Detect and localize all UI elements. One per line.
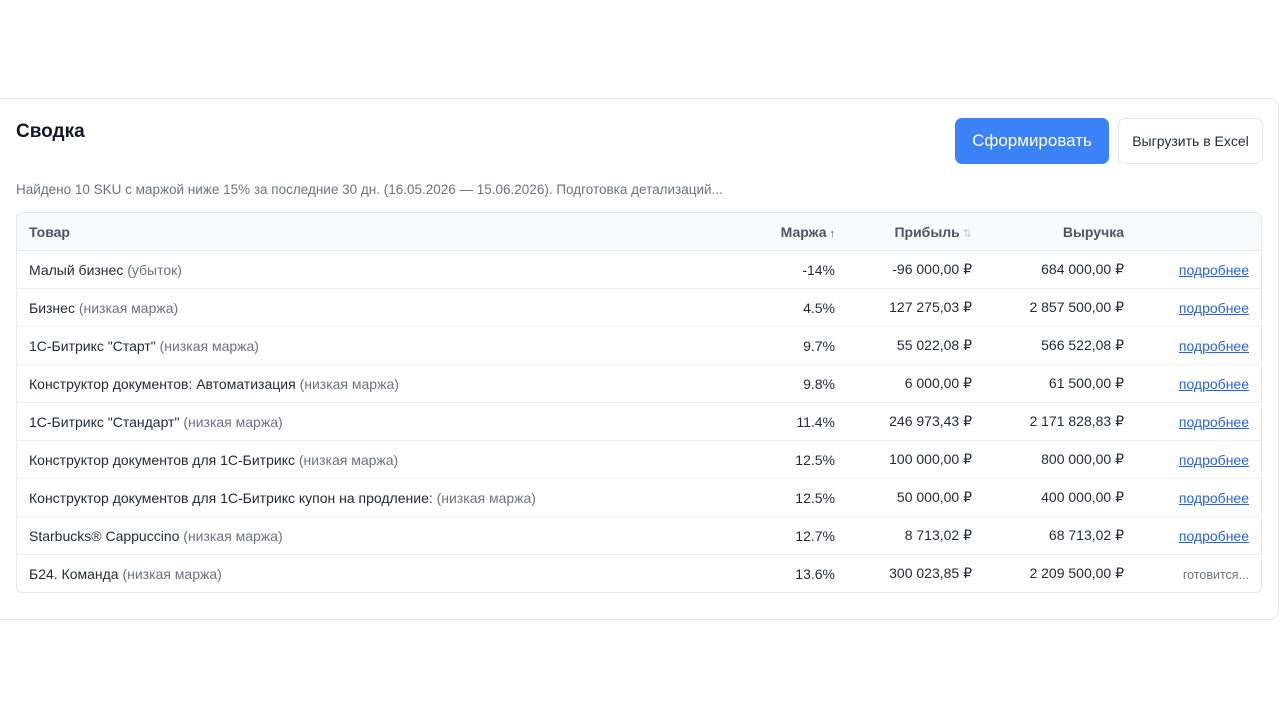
cell-revenue: 68 713,02 ₽ (984, 516, 1136, 555)
details-link[interactable]: подробнее (1179, 490, 1249, 506)
table-row: Конструктор документов для 1С-Битрикс (н… (17, 440, 1261, 479)
cell-margin: 12.7% (672, 516, 847, 555)
cell-revenue: 684 000,00 ₽ (984, 250, 1136, 289)
table-row: Starbucks® Cappuccino (низкая маржа) 12.7… (17, 516, 1261, 555)
cell-revenue: 2 857 500,00 ₽ (984, 288, 1136, 327)
preparing-status: готовится... (1182, 567, 1249, 582)
low-margin-table: Товар Маржа ↑ Прибыль ⇅ Выручка Малый бизн… (16, 212, 1262, 593)
column-header-profit-label: Прибыль (894, 223, 960, 240)
cell-product: Бизнес (низкая маржа) (17, 288, 672, 327)
table-row: Конструктор документов для 1С-Битрикс ку… (17, 478, 1261, 517)
product-status-tag: (низкая маржа) (78, 299, 179, 316)
product-name: Б24. Команда (29, 565, 119, 582)
product-name: Бизнес (29, 299, 75, 316)
cell-profit: 55 022,08 ₽ (847, 326, 984, 365)
column-header-margin[interactable]: Маржа ↑ (672, 213, 847, 251)
column-header-margin-label: Маржа (780, 223, 827, 240)
cell-margin: 4.5% (672, 288, 847, 327)
table-row: Конструктор документов: Автоматизация (н… (17, 364, 1261, 403)
column-header-profit[interactable]: Прибыль ⇅ (847, 213, 984, 251)
product-status-tag: (низкая маржа) (122, 565, 222, 582)
product-name: Starbucks® Cappuccino (29, 527, 180, 544)
cell-profit: 8 713,02 ₽ (847, 516, 984, 555)
cell-profit: 127 275,03 ₽ (847, 288, 984, 327)
status-text: Найдено 10 SKU с маржой ниже 15% за посл… (16, 182, 723, 197)
cell-profit: 6 000,00 ₽ (847, 364, 984, 403)
product-status-tag: (убыток) (127, 261, 182, 278)
details-link[interactable]: подробнее (1179, 452, 1249, 468)
summary-card: Сводка Сформировать Выгрузить в Excel На… (0, 98, 1279, 620)
cell-revenue: 61 500,00 ₽ (984, 364, 1136, 403)
cell-revenue: 2 209 500,00 ₽ (1029, 565, 1124, 581)
column-header-revenue-label: Выручка (1062, 223, 1124, 240)
column-header-product: Товар (17, 213, 672, 251)
cell-product: 1С-Битрикс "Старт" (низкая маржа) (17, 326, 672, 365)
cell-action: подробнее (1136, 250, 1261, 289)
cell-revenue: 2 171 828,83 ₽ (984, 402, 1136, 441)
product-status-tag: (низкая маржа) (299, 375, 399, 392)
product-status-tag: (низкая маржа) (159, 337, 259, 354)
cell-product: Конструктор документов для 1С-Битрикс ку… (17, 478, 672, 517)
cell-margin: 12.5% (672, 478, 847, 517)
cell-margin: 9.7% (672, 326, 847, 365)
details-link[interactable]: подробнее (1179, 262, 1249, 278)
cell-product: 1С-Битрикс "Стандарт" (низкая маржа) (17, 402, 672, 441)
product-status-tag: (низкая маржа) (298, 451, 399, 468)
cell-margin: 13.6% (795, 565, 835, 582)
cell-product: Конструктор документов: Автоматизация (н… (17, 364, 672, 403)
details-link[interactable]: подробнее (1179, 528, 1249, 544)
cell-product: Starbucks® Cappuccino (низкая маржа) (17, 516, 672, 555)
generate-button[interactable]: Сформировать (955, 118, 1109, 164)
cell-product: Б24. Команда (низкая маржа) (17, 555, 672, 593)
cell-product: Малый бизнес (убыток) (17, 250, 672, 289)
cell-margin: 12.5% (672, 440, 847, 479)
table-row: 1С-Битрикс "Стандарт" (низкая маржа) 11.4… (17, 402, 1261, 441)
sort-toggle-icon[interactable]: ⇅ (963, 228, 972, 240)
cell-action: подробнее (1136, 440, 1261, 479)
cell-revenue: 800 000,00 ₽ (984, 440, 1136, 479)
table-row: 1С-Битрикс "Старт" (низкая маржа) 9.7% 55 … (17, 326, 1261, 365)
column-header-product-label: Товар (29, 223, 70, 240)
cell-action: подробнее (1136, 326, 1261, 365)
table-row: Бизнес (низкая маржа) 4.5% 127 275,03 ₽2 8… (17, 288, 1261, 327)
product-name: 1С-Битрикс "Стандарт" (29, 413, 180, 430)
cell-profit: 300 023,85 ₽ (889, 565, 972, 581)
cell-profit: 246 973,43 ₽ (847, 402, 984, 441)
cell-margin: -14% (672, 250, 847, 289)
product-name: Конструктор документов: Автоматизация (29, 375, 296, 392)
product-name: Малый бизнес (29, 261, 124, 278)
cell-revenue: 400 000,00 ₽ (984, 478, 1136, 517)
product-status-tag: (низкая маржа) (183, 527, 283, 544)
cell-product: Конструктор документов для 1С-Битрикс (н… (17, 440, 672, 479)
cell-action: подробнее (1136, 402, 1261, 441)
cell-revenue: 566 522,08 ₽ (984, 326, 1136, 365)
cell-profit: -96 000,00 ₽ (847, 250, 984, 289)
cell-action: подробнее (1136, 478, 1261, 517)
cell-action: подробнее (1136, 288, 1261, 327)
cell-profit: 50 000,00 ₽ (847, 478, 984, 517)
product-name: Конструктор документов для 1С-Битрикс ку… (29, 489, 433, 506)
product-status-tag: (низкая маржа) (183, 413, 283, 430)
product-name: 1С-Битрикс "Старт" (29, 337, 156, 354)
details-link[interactable]: подробнее (1179, 414, 1249, 430)
details-link[interactable]: подробнее (1179, 338, 1249, 354)
details-link[interactable]: подробнее (1179, 300, 1249, 316)
product-name: Конструктор документов для 1С-Битрикс (29, 451, 295, 468)
table-row: Малый бизнес (убыток) -14% -96 000,00 ₽684… (17, 250, 1261, 289)
cell-profit: 100 000,00 ₽ (847, 440, 984, 479)
column-header-revenue: Выручка (984, 213, 1136, 251)
cell-action: подробнее (1136, 364, 1261, 403)
cell-action: готовится... (1136, 555, 1261, 593)
cell-margin: 11.4% (672, 402, 847, 441)
cell-action: подробнее (1136, 516, 1261, 555)
sort-ascending-icon[interactable]: ↑ (830, 228, 836, 240)
cell-margin: 9.8% (672, 364, 847, 403)
table-header-row: Товар Маржа ↑ Прибыль ⇅ Выручка (17, 213, 1261, 251)
summary-title: Сводка (16, 121, 85, 142)
export-excel-button[interactable]: Выгрузить в Excel (1118, 118, 1263, 164)
column-header-action (1136, 213, 1261, 251)
product-status-tag: (низкая маржа) (436, 489, 536, 506)
table-row: Б24. Команда (низкая маржа) 13.6% 300 023,… (17, 555, 1261, 593)
details-link[interactable]: подробнее (1179, 376, 1249, 392)
